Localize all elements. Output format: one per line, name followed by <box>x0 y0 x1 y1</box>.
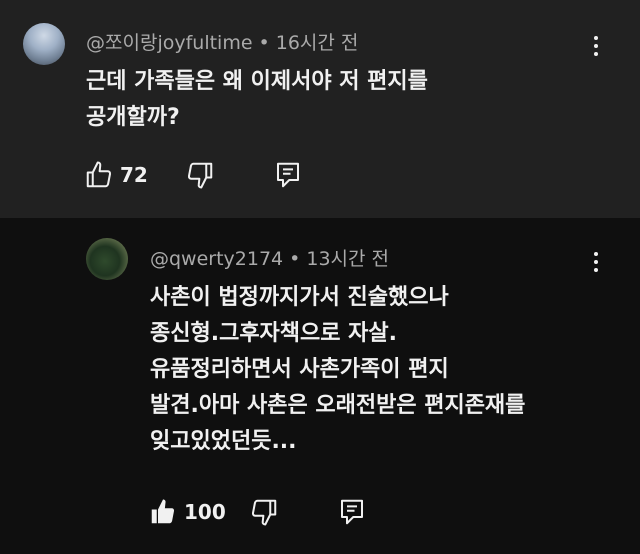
comment-username[interactable]: @쪼이랑joyfultime <box>86 32 253 54</box>
comment-text-line: 종신형.그후자책으로 자살. <box>150 321 398 346</box>
comment-timestamp[interactable]: 16시간 전 <box>276 32 359 54</box>
comment-text: 사촌이 법정까지가서 진술했으나 종신형.그후자책으로 자살. 유품정리하면서 … <box>150 280 610 460</box>
more-vert-icon[interactable] <box>586 32 606 58</box>
more-vert-icon[interactable] <box>586 248 606 274</box>
like-count: 100 <box>184 500 226 524</box>
reply-button[interactable] <box>273 158 303 192</box>
reply-comment-icon <box>341 499 363 525</box>
thumbs-up-icon <box>151 499 175 524</box>
comment-text-line: 사촌이 법정까지가서 진술했으나 <box>150 285 449 310</box>
dislike-button[interactable] <box>185 158 215 192</box>
user-avatar[interactable] <box>23 23 65 65</box>
like-button[interactable]: 100 <box>148 495 226 529</box>
dislike-button[interactable] <box>249 495 279 529</box>
like-count: 72 <box>120 163 148 187</box>
comment-text-line: 유품정리하면서 사촌가족이 편지 <box>150 357 449 382</box>
comment-username[interactable]: @qwerty2174 <box>150 248 283 270</box>
thumbs-up-icon <box>86 161 112 188</box>
thumbs-down-icon <box>187 162 213 189</box>
comment-text-line: 발견.아마 사촌은 오래전받은 편지존재를 <box>150 393 526 418</box>
comment-text-line: 잊고있었던듯... <box>150 429 297 454</box>
comment-timestamp[interactable]: 13시간 전 <box>306 248 389 270</box>
comment-item: @쪼이랑joyfultime • 16시간 전 근데 가족들은 왜 이제서야 저 편… <box>0 0 640 218</box>
reply-comment-icon <box>277 162 299 188</box>
meta-separator: • <box>258 32 270 54</box>
comment-text: 근데 가족들은 왜 이제서야 저 편지를 공개할까? <box>86 64 566 136</box>
comment-text-line: 공개할까? <box>86 105 180 130</box>
user-avatar[interactable] <box>86 238 128 280</box>
thumbs-down-icon <box>251 499 277 526</box>
comment-meta: @qwerty2174 • 13시간 전 <box>150 244 389 271</box>
meta-separator: • <box>289 248 301 270</box>
like-button[interactable]: 72 <box>84 158 148 192</box>
comment-meta: @쪼이랑joyfultime • 16시간 전 <box>86 28 358 55</box>
reply-button[interactable] <box>337 495 367 529</box>
comment-text-line: 근데 가족들은 왜 이제서야 저 편지를 <box>86 69 428 94</box>
